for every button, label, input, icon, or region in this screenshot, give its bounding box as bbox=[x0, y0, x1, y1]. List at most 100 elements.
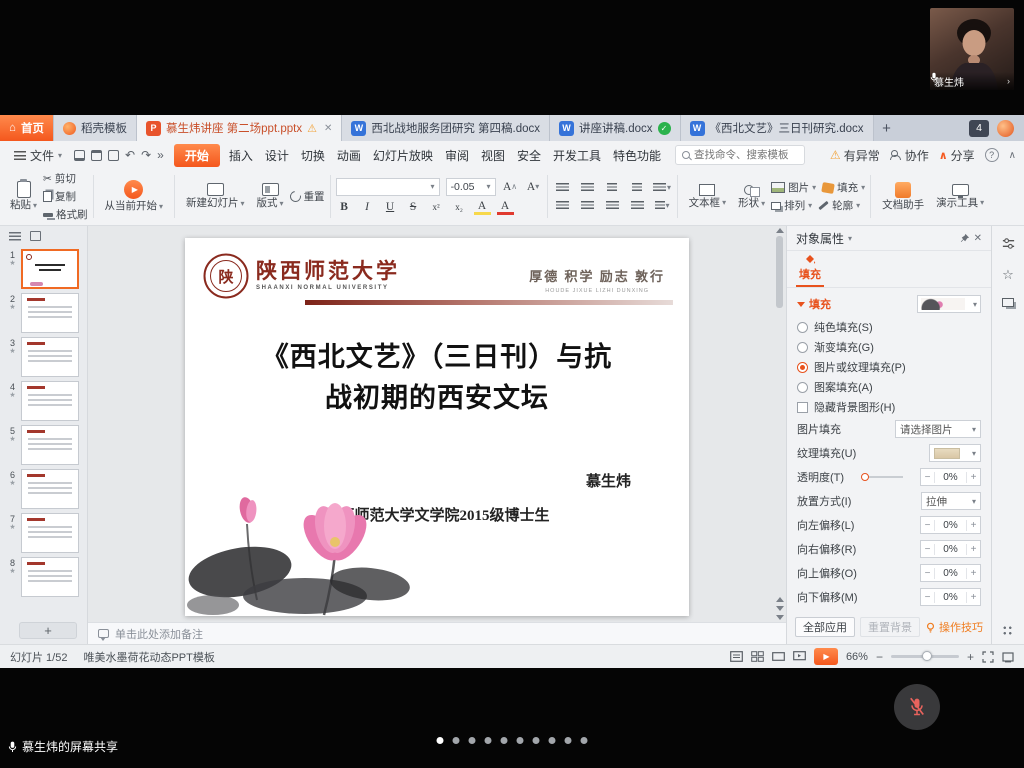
fill-option-picture[interactable]: 图片或纹理填充(P) bbox=[797, 357, 981, 377]
ribbon-tab-review[interactable]: 审阅 bbox=[439, 144, 475, 167]
fill-option-pattern[interactable]: 图案填充(A) bbox=[797, 377, 981, 397]
bold-button[interactable]: B bbox=[336, 199, 353, 216]
tab-document[interactable]: W 《西北文艺》三日刊研究.docx bbox=[681, 115, 874, 141]
apply-all-button[interactable]: 全部应用 bbox=[795, 617, 855, 637]
ribbon-tab-animation[interactable]: 动画 bbox=[331, 144, 367, 167]
zoom-in-button[interactable]: + bbox=[967, 650, 974, 664]
reading-view-icon[interactable] bbox=[772, 651, 785, 662]
slide-thumbnail[interactable]: 7★ bbox=[0, 511, 87, 555]
decrease-font-button[interactable]: A▾ bbox=[525, 178, 542, 195]
layers-icon[interactable] bbox=[1002, 298, 1014, 307]
fit-slide-icon[interactable] bbox=[982, 651, 994, 663]
normal-view-icon[interactable] bbox=[730, 651, 743, 662]
radio-icon[interactable] bbox=[797, 382, 808, 393]
mute-button[interactable] bbox=[894, 684, 940, 730]
picture-button[interactable]: 图片 ▾ bbox=[771, 180, 816, 195]
app-grid-icon[interactable] bbox=[1002, 625, 1014, 637]
minus-icon[interactable]: − bbox=[921, 568, 934, 579]
close-icon[interactable]: ✕ bbox=[974, 233, 982, 244]
slide-thumbnail[interactable]: 6★ bbox=[0, 467, 87, 511]
outline-view-icon[interactable] bbox=[9, 232, 21, 241]
slide-thumbnail[interactable]: 1★ bbox=[0, 247, 87, 291]
share-button[interactable]: ∧ 分享 bbox=[939, 147, 975, 164]
paste-button[interactable]: 粘贴 ▾ bbox=[4, 171, 43, 222]
play-from-current-button[interactable]: ▶ 从当前开始 ▾ bbox=[99, 171, 170, 222]
slide-canvas[interactable]: 陕 陕西师范大学 SHAANXI NORMAL UNIVERSITY 厚德 积学… bbox=[88, 226, 786, 622]
outline-button[interactable]: 轮廓 ▾ bbox=[818, 198, 860, 213]
tab-document-active[interactable]: P 慕生炜讲座 第二场ppt.pptx ⚠ ✕ bbox=[137, 115, 342, 141]
textbox-button[interactable]: 文本框 ▾ bbox=[683, 171, 733, 222]
abnormal-status[interactable]: ⚠ 有异常 bbox=[830, 147, 880, 164]
tab-home[interactable]: ⌂ 首页 bbox=[0, 115, 54, 141]
new-slide-button[interactable]: 新建幻灯片 ▾ bbox=[180, 171, 251, 222]
line-spacing-button[interactable]: ▾ bbox=[653, 180, 672, 195]
ribbon-tab-insert[interactable]: 插入 bbox=[223, 144, 259, 167]
close-icon[interactable]: ✕ bbox=[324, 123, 332, 134]
plus-icon[interactable]: + bbox=[967, 568, 980, 579]
radio-icon[interactable] bbox=[797, 342, 808, 353]
fill-option-solid[interactable]: 纯色填充(S) bbox=[797, 317, 981, 337]
justify-button[interactable] bbox=[628, 198, 647, 213]
pin-icon[interactable] bbox=[959, 233, 970, 244]
play-slideshow-button[interactable]: ▶ bbox=[814, 648, 838, 665]
slideshow-view-icon[interactable] bbox=[793, 651, 806, 662]
plus-icon[interactable]: + bbox=[967, 520, 980, 531]
plus-icon[interactable]: + bbox=[967, 544, 980, 555]
align-center-button[interactable] bbox=[578, 198, 597, 213]
collapse-ribbon-button[interactable]: ∧ bbox=[1009, 150, 1016, 161]
picture-fill-dropdown[interactable]: 请选择图片 ▾ bbox=[895, 420, 981, 438]
add-slide-button[interactable]: + bbox=[19, 622, 77, 639]
collaborate-button[interactable]: 协作 bbox=[890, 147, 929, 164]
format-painter-button[interactable]: 格式刷 bbox=[43, 207, 88, 222]
placement-dropdown[interactable]: 拉伸 ▾ bbox=[921, 492, 981, 510]
chevron-right-icon[interactable]: › bbox=[1007, 76, 1010, 86]
canvas-scrollbar[interactable] bbox=[774, 228, 785, 620]
slide-sorter-view-icon[interactable] bbox=[751, 651, 764, 662]
new-tab-button[interactable]: + bbox=[874, 115, 900, 141]
highlight-color-button[interactable]: A bbox=[474, 200, 491, 215]
ribbon-tab-view[interactable]: 视图 bbox=[475, 144, 511, 167]
slide-title[interactable]: 《西北文艺》（三日刊）与抗战初期的西安文坛 bbox=[185, 337, 689, 418]
radio-icon[interactable] bbox=[797, 362, 808, 373]
scroll-down-icon[interactable] bbox=[776, 615, 784, 620]
thumbnail-preview[interactable] bbox=[21, 513, 79, 553]
slide-thumbnail[interactable]: 8★ bbox=[0, 555, 87, 599]
subscript-button[interactable]: x₂ bbox=[451, 199, 468, 216]
fullscreen-icon[interactable] bbox=[1002, 651, 1014, 663]
command-search-box[interactable] bbox=[675, 145, 805, 165]
zoom-out-button[interactable]: − bbox=[876, 650, 883, 664]
ribbon-tab-slideshow[interactable]: 幻灯片放映 bbox=[367, 144, 439, 167]
tab-fill[interactable]: 填充 bbox=[796, 251, 824, 287]
zoom-slider-thumb[interactable] bbox=[922, 651, 932, 661]
present-tools-button[interactable]: 演示工具 ▾ bbox=[930, 171, 990, 222]
thumbnail-preview[interactable] bbox=[21, 425, 79, 465]
thumbnail-preview[interactable] bbox=[21, 557, 79, 597]
search-input[interactable] bbox=[694, 149, 798, 161]
superscript-button[interactable]: x² bbox=[428, 199, 445, 216]
slide[interactable]: 陕 陕西师范大学 SHAANXI NORMAL UNIVERSITY 厚德 积学… bbox=[185, 238, 689, 616]
underline-button[interactable]: U bbox=[382, 199, 399, 216]
save-icon[interactable] bbox=[74, 150, 85, 161]
fill-option-gradient[interactable]: 渐变填充(G) bbox=[797, 337, 981, 357]
window-count-badge[interactable]: 4 bbox=[969, 120, 989, 137]
plus-icon[interactable]: + bbox=[967, 592, 980, 603]
reset-button[interactable]: 重置 bbox=[290, 189, 325, 204]
align-right-button[interactable] bbox=[603, 198, 622, 213]
next-slide-icon[interactable] bbox=[776, 606, 784, 611]
plus-icon[interactable]: + bbox=[967, 472, 980, 483]
previous-slide-icon[interactable] bbox=[776, 597, 784, 602]
notes-bar[interactable]: 单击此处添加备注 bbox=[88, 622, 786, 644]
slide-thumbnail[interactable]: 4★ bbox=[0, 379, 87, 423]
print-icon[interactable] bbox=[91, 150, 102, 161]
columns-button[interactable]: ▾ bbox=[653, 198, 672, 213]
scrollbar-thumb[interactable] bbox=[776, 236, 783, 308]
zoom-slider[interactable] bbox=[891, 655, 959, 658]
file-menu-button[interactable]: 文件 ▾ bbox=[8, 145, 68, 166]
tips-link[interactable]: 操作技巧 bbox=[925, 619, 983, 635]
font-color-button[interactable]: A bbox=[497, 200, 514, 215]
slider-thumb[interactable] bbox=[861, 473, 869, 481]
reset-background-button[interactable]: 重置背景 bbox=[860, 617, 920, 637]
slide-thumbnail[interactable]: 3★ bbox=[0, 335, 87, 379]
radio-icon[interactable] bbox=[797, 322, 808, 333]
minus-icon[interactable]: − bbox=[921, 544, 934, 555]
